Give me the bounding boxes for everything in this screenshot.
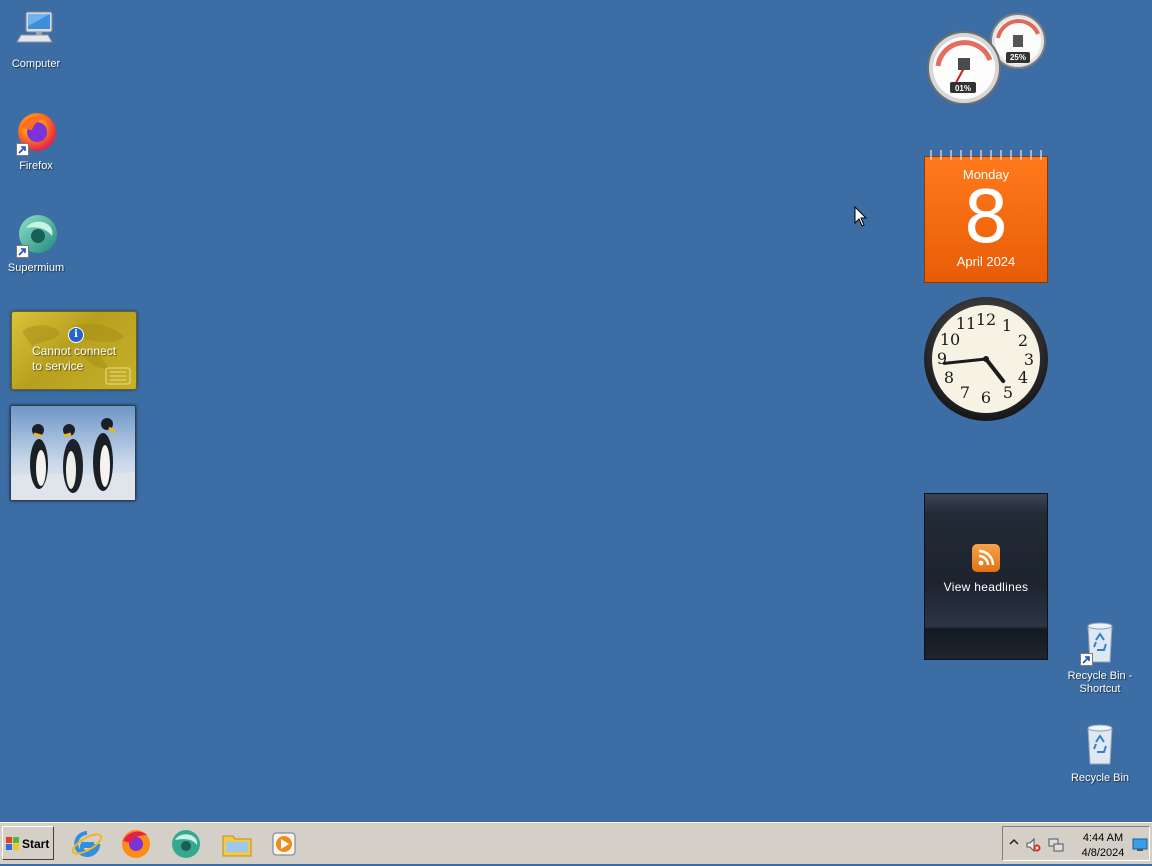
desktop-icon-recycle-bin[interactable]: Recycle Bin	[1064, 722, 1136, 785]
feed-label: View headlines	[943, 580, 1029, 594]
calendar-day: 8	[963, 175, 1009, 259]
svg-text:2: 2	[1018, 331, 1028, 350]
mouse-cursor-icon	[854, 206, 868, 227]
svg-text:6: 6	[981, 388, 991, 407]
svg-text:3: 3	[1024, 350, 1034, 369]
desktop-icon-computer[interactable]: Computer	[0, 8, 72, 71]
volume-muted-icon[interactable]	[1025, 837, 1041, 853]
svg-text:4: 4	[1018, 368, 1028, 387]
svg-text:11: 11	[956, 314, 976, 333]
recycle-bin-icon	[1076, 620, 1124, 668]
desktop-icon-supermium[interactable]: Supermium	[0, 212, 72, 275]
firefox-icon[interactable]	[119, 827, 153, 861]
taskbar: Start 4:44 AM 4/8/2024	[0, 822, 1152, 864]
svg-text:9: 9	[937, 349, 947, 368]
svg-text:5: 5	[1003, 383, 1013, 402]
system-tray: 4:44 AM 4/8/2024	[1002, 826, 1150, 861]
desktop-icon-label: Supermium	[7, 262, 65, 274]
cpu-chip-icon	[958, 58, 970, 70]
desktop-icon-label: Computer	[11, 58, 61, 70]
info-icon: i	[68, 327, 84, 343]
internet-explorer-icon[interactable]	[70, 827, 104, 861]
show-desktop-icon[interactable]	[1132, 838, 1148, 852]
recycle-bin-icon	[1076, 722, 1124, 770]
calendar-month-year: April 2024	[956, 254, 1016, 269]
memory-usage: 25%	[1009, 53, 1026, 62]
clock-time: 4:44 AM	[1082, 832, 1124, 844]
supermium-icon	[12, 212, 60, 260]
file-explorer-icon[interactable]	[220, 827, 254, 861]
desktop-icon-recycle-bin-shortcut[interactable]: Recycle Bin - Shortcut	[1064, 620, 1136, 696]
desktop-icon-label: Recycle Bin - Shortcut	[1067, 670, 1133, 695]
svg-text:1: 1	[1002, 316, 1012, 335]
penguins-photo	[11, 406, 135, 500]
calendar-binding-rings	[930, 150, 1042, 160]
shortcut-arrow-icon	[16, 245, 29, 258]
start-label: Start	[22, 837, 50, 851]
windows-logo-icon	[6, 837, 19, 850]
media-player-icon[interactable]	[268, 827, 302, 861]
computer-icon	[12, 8, 60, 56]
network-icon[interactable]	[1048, 837, 1064, 853]
taskbar-clock[interactable]: 4:44 AM 4/8/2024	[1079, 831, 1127, 861]
feed-headlines-gadget[interactable]: View headlines	[924, 493, 1048, 660]
shortcut-arrow-icon	[16, 143, 29, 156]
calendar-gadget[interactable]: Monday 8 April 2024	[924, 148, 1048, 284]
calendar-page: Monday 8 April 2024	[924, 156, 1048, 283]
weather-error-message: Cannot connect to service	[32, 344, 117, 373]
memory-chip-icon	[1013, 35, 1023, 47]
desktop-icon-label: Firefox	[19, 160, 53, 172]
slideshow-gadget[interactable]	[10, 405, 136, 501]
weather-gadget[interactable]: i Cannot connect to service	[11, 311, 137, 390]
cpu-usage: 01%	[954, 84, 971, 93]
svg-text:7: 7	[960, 383, 970, 402]
supermium-icon[interactable]	[169, 827, 203, 861]
desktop-icon-label: Recycle Bin	[1070, 772, 1130, 784]
firefox-icon	[12, 110, 60, 158]
shortcut-arrow-icon	[1080, 653, 1093, 666]
rss-icon	[972, 544, 1000, 572]
clock-gadget[interactable]: 12 1 2 3 4 5 6 7 8 9 10 11	[922, 295, 1050, 423]
show-hidden-icons-chevron-icon[interactable]	[1009, 838, 1019, 848]
cpu-meter-gadget[interactable]: 01% 25%	[922, 8, 1050, 105]
clock-date: 4/8/2024	[1081, 847, 1125, 859]
svg-text:12: 12	[976, 310, 996, 329]
start-button[interactable]: Start	[2, 826, 54, 860]
svg-text:8: 8	[944, 368, 954, 387]
desktop-icon-firefox[interactable]: Firefox	[0, 110, 72, 173]
